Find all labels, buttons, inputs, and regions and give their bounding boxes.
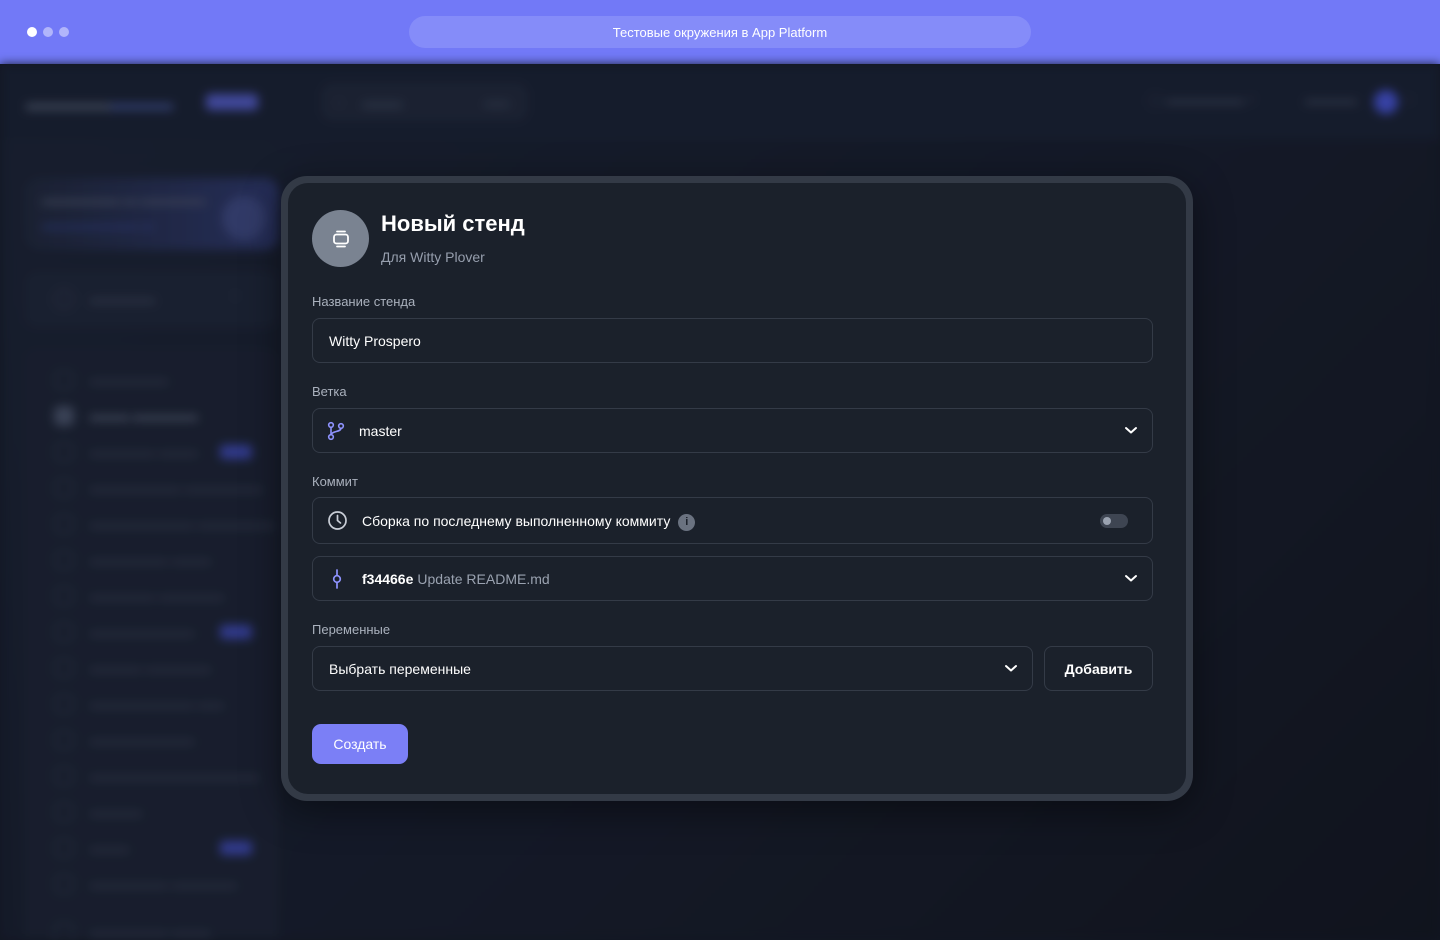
chevron-down-icon: [1125, 427, 1137, 434]
stand-name-label: Название стенда: [312, 294, 416, 309]
stand-name-input[interactable]: Witty Prospero: [312, 318, 1153, 363]
create-button[interactable]: Создать: [312, 724, 408, 764]
variables-select[interactable]: Выбрать переменные: [312, 646, 1033, 691]
commit-value: f34466e Update README.md: [362, 571, 550, 587]
commit-hash: f34466e: [362, 571, 414, 587]
chevron-down-icon: [1005, 665, 1017, 672]
branch-select[interactable]: master: [312, 408, 1153, 453]
git-branch-icon: [327, 421, 345, 446]
modal-subtitle: Для Witty Plover: [381, 249, 485, 265]
address-bar[interactable]: Тестовые окружения в App Platform: [409, 16, 1031, 48]
commit-message: Update README.md: [417, 571, 550, 587]
window-dot-close[interactable]: [27, 27, 37, 37]
new-stand-modal: Новый стенд Для Witty Plover Название ст…: [288, 183, 1186, 794]
latest-commit-label: Сборка по последнему выполненному коммит…: [362, 513, 671, 529]
stand-name-value: Witty Prospero: [329, 333, 421, 349]
window-dot-minimize[interactable]: [43, 27, 53, 37]
branch-value: master: [359, 423, 402, 439]
browser-chrome: Тестовые окружения в App Platform: [0, 0, 1440, 64]
info-icon[interactable]: i: [678, 513, 696, 531]
commit-select[interactable]: f34466e Update README.md: [312, 556, 1153, 601]
variables-label: Переменные: [312, 622, 391, 637]
latest-commit-toggle[interactable]: [1100, 514, 1128, 528]
toggle-knob: [1103, 517, 1111, 525]
window-dot-maximize[interactable]: [59, 27, 69, 37]
chevron-down-icon: [1125, 575, 1137, 582]
clock-icon: [327, 510, 348, 536]
latest-commit-row: Сборка по последнему выполненному коммит…: [312, 497, 1153, 544]
branch-label: Ветка: [312, 384, 347, 399]
commit-label: Коммит: [312, 474, 358, 489]
modal-title: Новый стенд: [381, 211, 525, 236]
add-variable-button[interactable]: Добавить: [1044, 646, 1153, 691]
latest-commit-text: Сборка по последнему выполненному коммит…: [362, 513, 696, 531]
app-stand-icon: [312, 210, 369, 267]
git-commit-icon: [331, 569, 343, 594]
window-controls: [27, 27, 69, 37]
address-bar-title: Тестовые окружения в App Platform: [612, 24, 828, 40]
variables-placeholder: Выбрать переменные: [329, 661, 471, 677]
